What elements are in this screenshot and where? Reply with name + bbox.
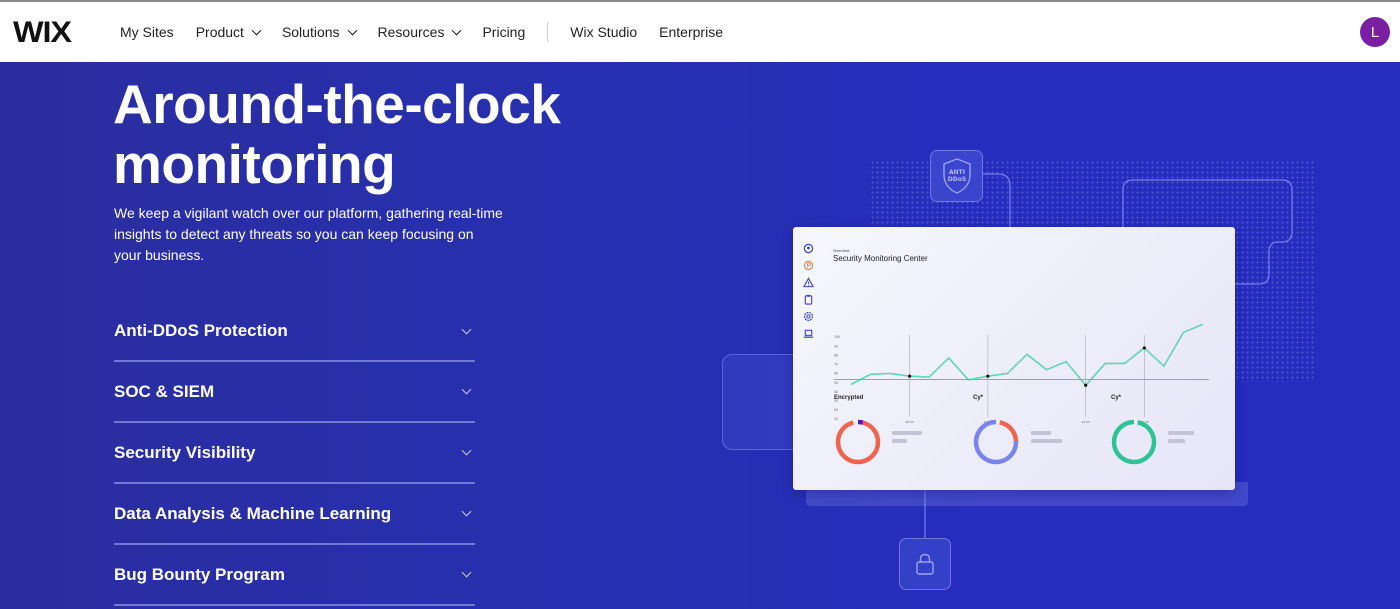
- donut-label-cy-2: Cy*: [1111, 395, 1122, 401]
- donut-chart-cy-2: [1111, 419, 1157, 465]
- donut-chart-cy-1: [973, 419, 1019, 465]
- nav-item-my-sites[interactable]: My Sites: [120, 24, 174, 40]
- series-markers: [908, 346, 1146, 387]
- donut-segment: [1111, 419, 1157, 465]
- wix-logo[interactable]: WIX: [13, 16, 72, 50]
- legend-placeholder-bar: [1031, 431, 1051, 435]
- badge-text-1: ANTI: [949, 169, 965, 176]
- chevron-down-icon: [251, 25, 262, 35]
- chevron-down-icon: [452, 25, 462, 35]
- series-line: [850, 323, 1204, 387]
- user-avatar[interactable]: L: [1360, 17, 1390, 47]
- nav-label: Wix Studio: [570, 24, 638, 40]
- legend-placeholder-bar: [1168, 431, 1194, 435]
- legend-placeholder-bar: [892, 439, 907, 443]
- chevron-down-icon: [347, 25, 357, 35]
- nav-item-product[interactable]: Product: [195, 24, 262, 40]
- y-tick-label: 60: [834, 372, 838, 376]
- y-tick-label: 90: [834, 344, 838, 348]
- donut-chart-encrypted: [835, 419, 881, 465]
- data-point-marker: [986, 374, 990, 378]
- nav-divider: [547, 22, 549, 42]
- top-navigation-bar: WIX My Sites Product Solutions Resources…: [0, 0, 1400, 62]
- main-nav: My Sites Product Solutions Resources Pri…: [120, 2, 745, 62]
- y-tick-label: 70: [834, 363, 838, 367]
- y-tick-label: 50: [834, 381, 838, 385]
- donut-segment: [835, 419, 881, 465]
- nav-label: Resources: [377, 24, 445, 40]
- donut-label-cy-1: Cy*: [973, 395, 984, 401]
- badge-text-2: DDoS: [947, 176, 965, 183]
- nav-item-wix-studio[interactable]: Wix Studio: [570, 24, 637, 40]
- donut-label-encrypted: Encrypted: [834, 395, 864, 401]
- nav-label: Pricing: [482, 24, 526, 40]
- hero-section: Around-the-clock monitoring We keep a vi…: [0, 62, 1400, 609]
- nav-label: Product: [195, 24, 244, 40]
- nav-label: My Sites: [120, 24, 174, 40]
- dashboard-separator: [834, 379, 1209, 380]
- nav-item-resources[interactable]: Resources: [377, 24, 462, 40]
- nav-label: Solutions: [281, 24, 340, 40]
- anti-ddos-badge: ANTI DDoS: [930, 150, 983, 202]
- lock-badge: [899, 538, 951, 590]
- data-point-marker: [908, 374, 912, 378]
- data-point-marker: [1142, 346, 1146, 350]
- y-tick-label: 100: [834, 335, 840, 339]
- data-point-marker: [1084, 383, 1088, 387]
- x-tick-label: 14.05: [1081, 420, 1090, 424]
- shield-icon: ANTI DDoS: [942, 158, 971, 194]
- y-tick-label: 20: [834, 408, 838, 412]
- connector-badge: [983, 173, 1011, 227]
- nav-item-solutions[interactable]: Solutions: [281, 24, 357, 40]
- legend-placeholder-bar: [892, 431, 922, 435]
- legend-placeholder-bar: [1031, 439, 1062, 443]
- security-dashboard-card: Overview Security Monitoring Center 100 9…: [793, 227, 1235, 490]
- nav-label: Enterprise: [659, 24, 723, 40]
- y-tick-label: 80: [834, 353, 838, 357]
- nav-item-pricing[interactable]: Pricing: [482, 24, 525, 40]
- vertical-guides: [909, 335, 1145, 417]
- nav-item-enterprise[interactable]: Enterprise: [659, 24, 723, 40]
- lock-icon: [916, 553, 934, 575]
- y-tick-label: 40: [834, 390, 838, 394]
- legend-placeholder-bar: [1168, 439, 1185, 443]
- x-tick-label: 28.05: [905, 420, 914, 424]
